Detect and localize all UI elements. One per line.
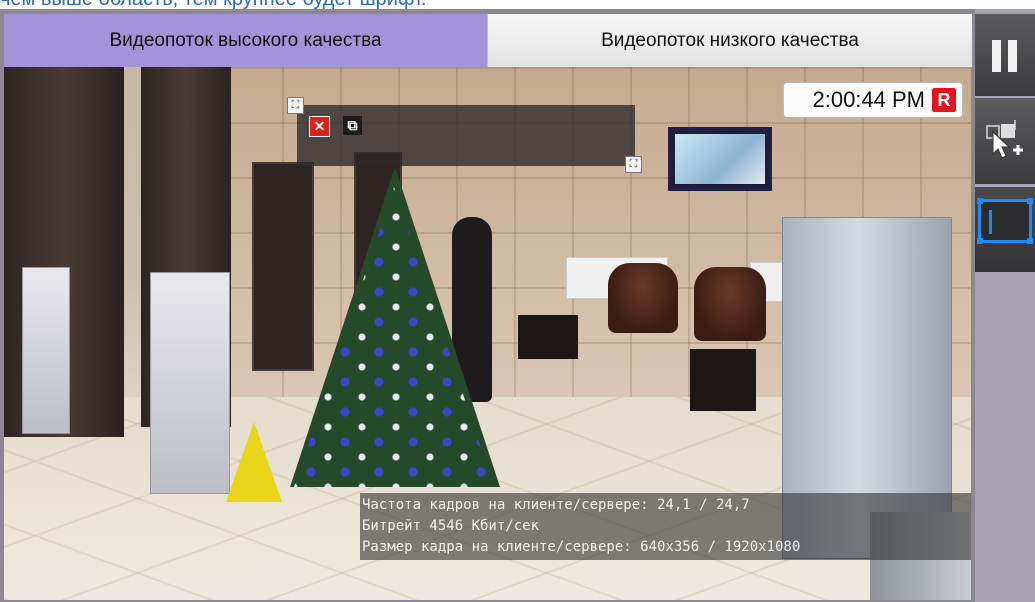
timestamp-text: 2:00:44 PM xyxy=(812,87,925,112)
rectangle-zone-icon xyxy=(977,198,1033,244)
pause-button[interactable] xyxy=(975,14,1035,96)
scene-wet-floor-sign xyxy=(226,422,282,502)
instruction-caption: чем выше область, тем крупнее будет шриф… xyxy=(0,0,426,9)
scene-brochure-stand xyxy=(150,272,230,494)
cursor-add-zone-icon xyxy=(986,120,1023,159)
zone-close-icon[interactable]: ✕ xyxy=(309,116,330,137)
scene-armchair xyxy=(608,263,678,333)
right-toolbar xyxy=(975,9,1035,602)
video-view[interactable]: ⛶ ⛶ ✕ ⧉ 2:00:44 PM R Частота кадров на к… xyxy=(4,67,971,600)
zone-corner-handle-icon[interactable]: ⛶ xyxy=(287,97,304,114)
scene-table xyxy=(690,349,756,411)
stream-stats-overlay: Частота кадров на клиенте/сервере: 24,1 … xyxy=(360,493,971,560)
stats-bitrate: Битрейт 4546 Кбит/сек xyxy=(362,518,540,534)
tab-high-quality-stream[interactable]: Видеопоток высокого качества xyxy=(4,14,487,67)
zone-resize-icon[interactable]: ⧉ xyxy=(343,116,362,135)
rectangle-zone-button[interactable] xyxy=(975,187,1035,272)
zone-corner-handle-icon[interactable]: ⛶ xyxy=(625,156,642,173)
stats-fps: Частота кадров на клиенте/сервере: 24,1 … xyxy=(362,497,750,513)
tab-low-quality-stream[interactable]: Видеопоток низкого качества xyxy=(487,14,972,67)
record-indicator[interactable]: R xyxy=(932,88,956,112)
timestamp-badge: 2:00:44 PM R xyxy=(783,82,963,118)
scene-armchair xyxy=(694,267,766,341)
add-zone-button[interactable] xyxy=(975,98,1035,184)
stream-tabs: Видеопоток высокого качества Видеопоток … xyxy=(4,14,972,67)
pause-icon xyxy=(992,40,1018,72)
privacy-zone[interactable] xyxy=(297,105,635,166)
stats-frame-size: Размер кадра на клиенте/сервере: 640x356… xyxy=(362,539,801,555)
scene-tv xyxy=(668,127,772,191)
scene-table xyxy=(518,315,578,359)
scene-brochure-stand xyxy=(22,267,70,434)
